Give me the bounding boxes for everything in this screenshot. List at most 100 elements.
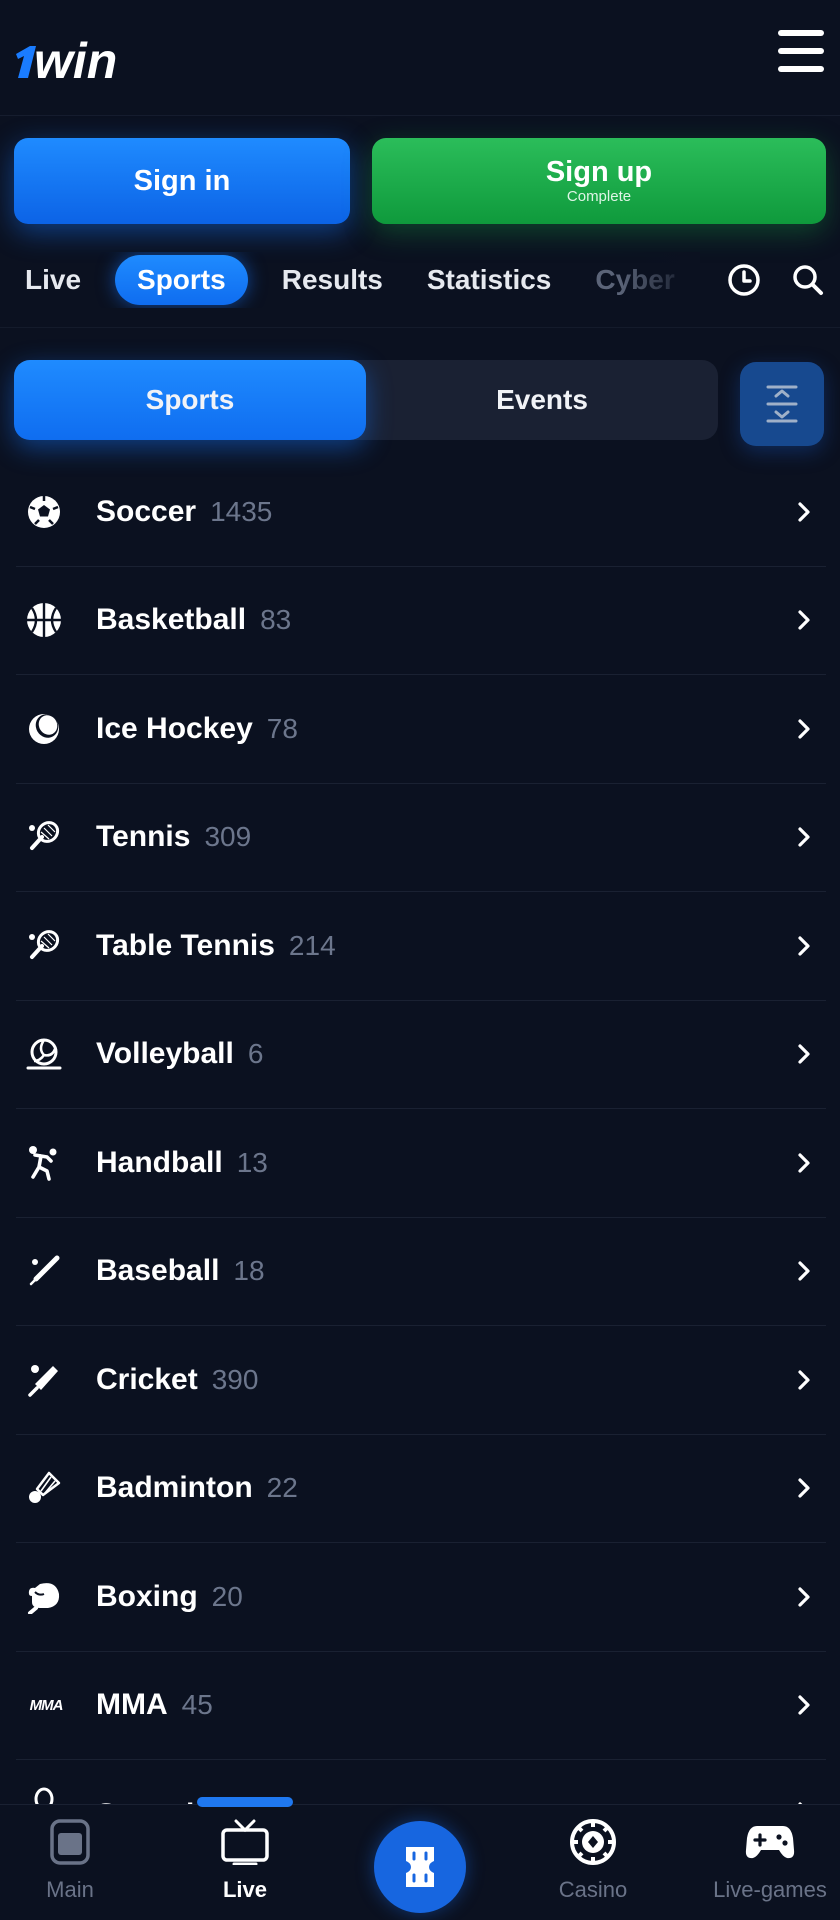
burger-line: [778, 48, 824, 54]
mma-icon-text: MMA: [29, 1696, 64, 1714]
sport-row-boxing[interactable]: Boxing 20: [16, 1543, 826, 1652]
boxing-glove-icon: [26, 1579, 62, 1615]
tv-icon: [220, 1817, 270, 1867]
collapse-all-button[interactable]: [740, 362, 824, 446]
sport-row-badminton[interactable]: Badminton 22: [16, 1435, 826, 1543]
sport-name: Baseball: [96, 1254, 220, 1288]
sport-count: 309: [204, 821, 252, 853]
main-icon: [45, 1817, 95, 1867]
sport-row-volleyball[interactable]: Volleyball 6: [16, 1001, 826, 1109]
bottom-nav-live-games[interactable]: Live-games: [700, 1817, 840, 1917]
sports-nav-tabs[interactable]: Live Sports Results Statistics Cyber: [0, 252, 700, 308]
sport-count: 18: [233, 1255, 265, 1287]
logo-mark-icon: win: [16, 33, 117, 82]
mma-icon: MMA: [24, 1687, 68, 1723]
sport-row-tennis[interactable]: Tennis 309: [16, 784, 826, 892]
sport-count: 83: [260, 604, 292, 636]
segment-sports[interactable]: Sports: [14, 360, 366, 440]
logo-text: win: [34, 33, 117, 82]
tab-statistics[interactable]: Statistics: [405, 255, 574, 305]
sport-name: Tennis: [96, 820, 191, 854]
chevron-right-icon: [798, 936, 810, 956]
tab-live[interactable]: Live: [0, 255, 103, 305]
sports-nav: Live Sports Results Statistics Cyber: [0, 252, 840, 308]
chevron-right-icon: [798, 1261, 810, 1281]
bottom-nav: Main Live Casino Live-games: [0, 1797, 840, 1920]
cricket-bat-icon: [26, 1362, 62, 1398]
active-tab-indicator: [197, 1797, 293, 1807]
sport-name: Ice Hockey: [96, 711, 253, 745]
basketball-icon: [26, 602, 62, 638]
sport-row-cricket[interactable]: Cricket 390: [16, 1326, 826, 1435]
sport-count: 1435: [210, 495, 273, 527]
sign-in-button[interactable]: Sign in: [14, 138, 350, 224]
bottom-nav-casino[interactable]: Casino: [523, 1817, 663, 1917]
sport-count: 390: [211, 1363, 259, 1395]
bottom-nav-live[interactable]: Live: [175, 1817, 315, 1917]
bet-slip-button[interactable]: [374, 1821, 466, 1913]
bet-slip-icon: [406, 1847, 434, 1887]
hamburger-menu-icon[interactable]: [778, 30, 824, 72]
sport-row-soccer[interactable]: Soccer 1435: [16, 458, 826, 567]
table-tennis-icon: [26, 928, 62, 964]
tab-results[interactable]: Results: [260, 255, 405, 305]
sign-up-button[interactable]: Sign up Complete: [372, 138, 826, 224]
page: win Sign in Sign up Complete Live Sports…: [0, 0, 840, 1920]
sport-row-handball[interactable]: Handball 13: [16, 1109, 826, 1218]
handball-icon: [26, 1145, 62, 1181]
sport-name: MMA: [96, 1688, 168, 1722]
bottom-nav-label: Main: [46, 1877, 94, 1902]
chevron-right-icon: [798, 827, 810, 847]
hockey-puck-icon: [26, 711, 62, 747]
tab-cyber[interactable]: Cyber: [573, 255, 696, 305]
chevron-right-icon: [798, 719, 810, 739]
sport-count: 78: [266, 712, 298, 744]
clock-icon[interactable]: [726, 262, 762, 298]
sport-name: Basketball: [96, 603, 247, 637]
casino-chip-icon: [568, 1817, 618, 1867]
sport-name: Badminton: [96, 1471, 253, 1505]
bottom-nav-label: Live: [222, 1877, 268, 1902]
burger-line: [778, 66, 824, 72]
sport-count: 13: [236, 1146, 268, 1178]
sport-row-table-tennis[interactable]: Table Tennis 214: [16, 892, 826, 1001]
sport-row-basketball[interactable]: Basketball 83: [16, 567, 826, 675]
tennis-racket-icon: [26, 819, 62, 855]
collapse-all-icon: [766, 385, 798, 423]
chevron-right-icon: [798, 1153, 810, 1173]
sport-row-mma[interactable]: MMA MMA 45: [16, 1652, 826, 1760]
segment-events[interactable]: Events: [366, 360, 718, 440]
gamepad-icon: [745, 1817, 795, 1867]
logo[interactable]: win: [12, 26, 160, 82]
chevron-right-icon: [798, 1478, 810, 1498]
bottom-nav-label: Live-games: [713, 1877, 827, 1902]
sport-name: Soccer: [96, 494, 197, 528]
soccer-ball-icon: [26, 494, 62, 530]
burger-line: [778, 30, 824, 36]
sport-row-baseball[interactable]: Baseball 18: [16, 1218, 826, 1326]
tab-sports[interactable]: Sports: [115, 255, 248, 305]
chevron-right-icon: [798, 1370, 810, 1390]
divider: [0, 327, 840, 328]
sport-row-ice-hockey[interactable]: Ice Hockey 78: [16, 675, 826, 784]
chevron-right-icon: [798, 502, 810, 522]
volleyball-icon: [26, 1036, 62, 1072]
sports-events-toggle: Sports Events: [14, 360, 718, 440]
sign-up-label: Sign up: [545, 156, 653, 188]
shuttlecock-icon: [26, 1470, 62, 1506]
bottom-nav-main[interactable]: Main: [0, 1817, 140, 1917]
auth-buttons: Sign in Sign up Complete: [14, 138, 826, 224]
sport-count: 45: [181, 1689, 213, 1721]
sport-name: Cricket: [96, 1362, 198, 1396]
sport-name: Volleyball: [96, 1037, 234, 1071]
sport-name: Boxing: [96, 1579, 198, 1613]
search-icon[interactable]: [790, 262, 826, 298]
chevron-right-icon: [798, 610, 810, 630]
header: win: [0, 0, 840, 116]
sport-count: 22: [266, 1472, 298, 1504]
sign-up-sublabel: Complete: [566, 188, 632, 205]
sport-count: 214: [288, 929, 336, 961]
chevron-right-icon: [798, 1587, 810, 1607]
sport-count: 6: [247, 1038, 264, 1070]
sport-count: 20: [211, 1580, 243, 1612]
